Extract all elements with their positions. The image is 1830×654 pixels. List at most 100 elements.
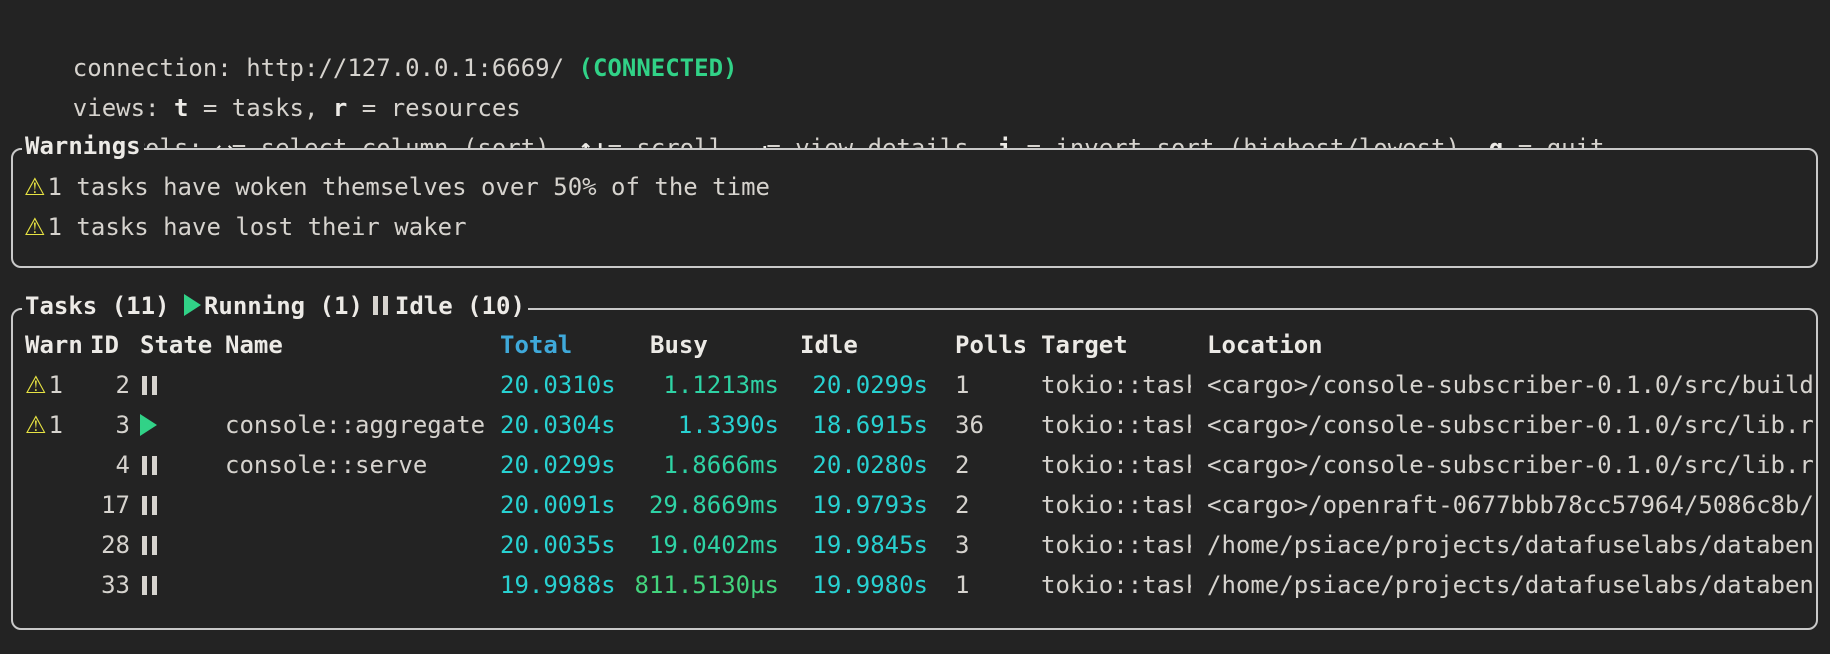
connection-url: http://127.0.0.1:6669/: [246, 54, 578, 82]
table-row[interactable]: ⚠ 33 19.9988s 811.5130µs 19.9980s 1 toki…: [13, 565, 1816, 605]
column-header-total-sorted[interactable]: Total: [500, 325, 620, 365]
task-idle-duration: 19.9980s: [785, 565, 940, 605]
task-id: 4: [90, 445, 130, 485]
views-desc-resources: = resources: [347, 94, 520, 122]
play-icon: [184, 294, 201, 316]
column-header-location[interactable]: Location: [1191, 325, 1816, 365]
column-header-name[interactable]: Name: [225, 325, 500, 365]
warning-icon: ⚠: [25, 411, 47, 439]
task-name: [225, 365, 500, 405]
task-busy-duration: 19.0402ms: [620, 525, 785, 565]
task-polls: 2: [940, 485, 1025, 525]
task-location: /home/psiace/projects/datafuselabs/datab…: [1191, 525, 1816, 565]
tasks-panel-title: Tasks (11) Running (1) Idle (10): [22, 289, 528, 323]
task-busy-duration: 811.5130µs: [620, 565, 785, 605]
tasks-panel: Tasks (11) Running (1) Idle (10) Warn ID…: [11, 308, 1818, 630]
idle-count-label: Idle (10): [395, 289, 525, 323]
task-idle-duration: 19.9845s: [785, 525, 940, 565]
table-row[interactable]: ⚠1 2 20.0310s 1.1213ms 20.0299s 1 tokio:…: [13, 365, 1816, 405]
task-location: <cargo>/console-subscriber-0.1.0/src/bui…: [1191, 365, 1816, 405]
task-total-duration: 20.0091s: [500, 485, 620, 525]
task-total-duration: 20.0299s: [500, 445, 620, 485]
column-header-warn[interactable]: Warn: [25, 325, 90, 365]
task-warn-cell: ⚠: [25, 485, 90, 525]
task-state-cell: [130, 365, 225, 405]
views-key-resources: r: [333, 94, 347, 122]
task-id: 2: [90, 365, 130, 405]
task-idle-duration: 19.9793s: [785, 485, 940, 525]
pause-icon: [373, 296, 388, 315]
task-id: 33: [90, 565, 130, 605]
task-state-cell: [130, 445, 225, 485]
pause-icon: [142, 576, 157, 595]
table-row[interactable]: ⚠ 4 console::serve 20.0299s 1.8666ms 20.…: [13, 445, 1816, 485]
warnings-panel: Warnings ⚠1 tasks have woken themselves …: [11, 148, 1818, 268]
task-warn-count: 1: [49, 371, 63, 399]
task-id: 17: [90, 485, 130, 525]
task-warn-count: 1: [49, 411, 63, 439]
task-total-duration: 19.9988s: [500, 565, 620, 605]
pause-icon: [142, 496, 157, 515]
warning-icon: ⚠: [24, 167, 46, 207]
task-state-cell: [130, 405, 225, 445]
task-name: [225, 525, 500, 565]
task-polls: 2: [940, 445, 1025, 485]
pause-icon: [142, 456, 157, 475]
task-polls: 3: [940, 525, 1025, 565]
task-rows: ⚠1 2 20.0310s 1.1213ms 20.0299s 1 tokio:…: [13, 365, 1816, 605]
task-total-duration: 20.0310s: [500, 365, 620, 405]
warning-item: ⚠1 tasks have woken themselves over 50% …: [24, 167, 1816, 207]
task-target: tokio::task: [1025, 365, 1191, 405]
warning-icon: ⚠: [24, 207, 46, 247]
warning-text: 1 tasks have lost their waker: [48, 207, 467, 247]
views-desc-tasks: = tasks,: [188, 94, 333, 122]
task-location: <cargo>/console-subscriber-0.1.0/src/lib…: [1191, 405, 1816, 445]
task-warn-cell: ⚠: [25, 445, 90, 485]
connection-label: connection:: [73, 54, 246, 82]
task-warn-cell: ⚠: [25, 525, 90, 565]
task-target: tokio::task: [1025, 405, 1191, 445]
tasks-count-label: Tasks (11): [25, 289, 184, 323]
task-idle-duration: 20.0299s: [785, 365, 940, 405]
pause-icon: [142, 376, 157, 395]
task-state-cell: [130, 565, 225, 605]
column-header-state[interactable]: State: [130, 325, 225, 365]
task-warn-cell: ⚠1: [25, 405, 90, 445]
column-header-idle[interactable]: Idle: [785, 325, 940, 365]
task-busy-duration: 1.3390s: [620, 405, 785, 445]
task-id: 28: [90, 525, 130, 565]
tasks-table: Warn ID State Name Total Busy Idle Polls…: [13, 310, 1816, 605]
views-label: views:: [73, 94, 174, 122]
task-location: /home/psiace/projects/datafuselabs/datab…: [1191, 565, 1816, 605]
column-header-id[interactable]: ID: [90, 325, 130, 365]
warning-icon: ⚠: [25, 371, 47, 399]
task-busy-duration: 1.1213ms: [620, 365, 785, 405]
task-id: 3: [90, 405, 130, 445]
views-key-tasks: t: [174, 94, 188, 122]
task-state-cell: [130, 485, 225, 525]
column-header-busy[interactable]: Busy: [620, 325, 785, 365]
task-location: <cargo>/console-subscriber-0.1.0/src/lib…: [1191, 445, 1816, 485]
table-row[interactable]: ⚠ 28 20.0035s 19.0402ms 19.9845s 3 tokio…: [13, 525, 1816, 565]
task-idle-duration: 18.6915s: [785, 405, 940, 445]
task-name: console::aggregate: [225, 405, 500, 445]
task-polls: 1: [940, 565, 1025, 605]
column-header-polls[interactable]: Polls: [940, 325, 1025, 365]
play-icon: [140, 414, 157, 436]
pause-icon: [142, 536, 157, 555]
column-header-target[interactable]: Target: [1025, 325, 1191, 365]
table-row[interactable]: ⚠ 17 20.0091s 29.8669ms 19.9793s 2 tokio…: [13, 485, 1816, 525]
task-location: <cargo>/openraft-0677bbb78cc57964/5086c8…: [1191, 485, 1816, 525]
warning-text: 1 tasks have woken themselves over 50% o…: [48, 167, 770, 207]
task-warn-cell: ⚠1: [25, 365, 90, 405]
task-polls: 36: [940, 405, 1025, 445]
task-name: [225, 565, 500, 605]
console-header: connection: http://127.0.0.1:6669/ (CONN…: [0, 0, 1830, 128]
task-polls: 1: [940, 365, 1025, 405]
task-busy-duration: 1.8666ms: [620, 445, 785, 485]
table-row[interactable]: ⚠1 3 console::aggregate 20.0304s 1.3390s…: [13, 405, 1816, 445]
running-count-label: Running (1): [204, 289, 363, 323]
task-idle-duration: 20.0280s: [785, 445, 940, 485]
task-target: tokio::task: [1025, 525, 1191, 565]
task-target: tokio::task: [1025, 565, 1191, 605]
